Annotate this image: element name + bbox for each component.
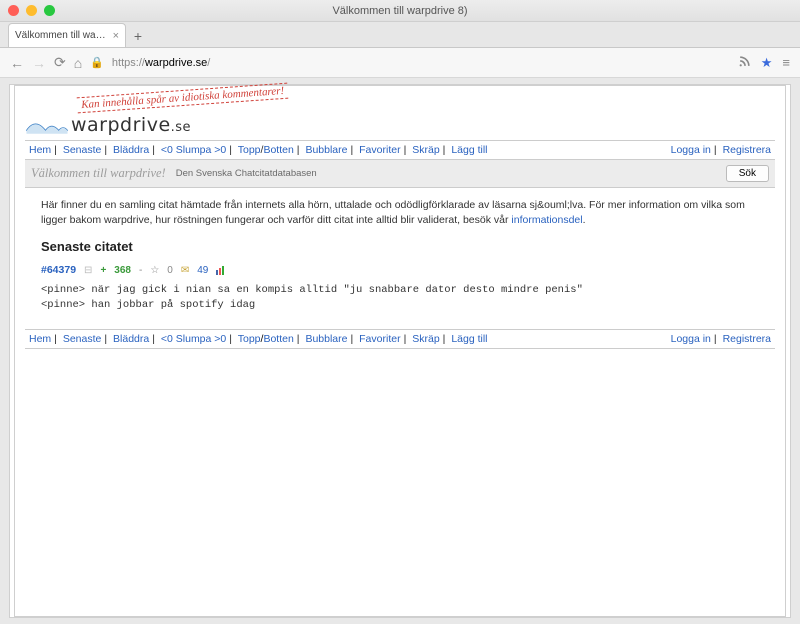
rss-icon[interactable] <box>738 55 751 71</box>
page-inner: Kan innehålla spår av idiotiska kommenta… <box>14 85 786 617</box>
site-logo[interactable]: warpdrive.se <box>25 114 775 136</box>
bnav-botten[interactable]: Botten <box>263 333 293 345</box>
favorite-count: 0 <box>167 264 173 279</box>
bnav-register[interactable]: Registrera <box>723 333 771 345</box>
bnav-skrap[interactable]: Skräp <box>412 333 439 345</box>
nav-bubblare[interactable]: Bubblare <box>305 144 347 156</box>
bnav-favoriter[interactable]: Favoriter <box>359 333 400 345</box>
quote-body: <pinne> när jag gick i nian sa en kompis… <box>41 283 759 313</box>
nav-botten[interactable]: Botten <box>263 144 293 156</box>
wave-icon <box>25 114 69 136</box>
comment-icon[interactable]: ✉ <box>181 264 189 279</box>
quote-id-toggle-icon[interactable]: ⊟ <box>84 264 92 279</box>
stats-icon[interactable] <box>216 266 226 275</box>
latest-heading: Senaste citatet <box>41 238 759 257</box>
top-navbar: Hem| Senaste| Bläddra| <0 Slumpa >0| Top… <box>25 140 775 160</box>
favorite-star-icon[interactable]: ☆ <box>150 264 159 279</box>
quote-header: #64379 ⊟ + 368 - ☆ 0 ✉ 49 <box>41 263 759 278</box>
nav-skrap[interactable]: Skräp <box>412 144 439 156</box>
bnav-senaste[interactable]: Senaste <box>63 333 102 345</box>
bnav-slumpa[interactable]: <0 Slumpa >0 <box>161 333 226 345</box>
bottom-nav-left: Hem| Senaste| Bläddra| <0 Slumpa >0| Top… <box>29 333 488 345</box>
url-bar[interactable]: https://warpdrive.se/ <box>112 57 730 69</box>
tab-title: Välkommen till warpdrive 8) <box>15 30 109 41</box>
browser-tab-active[interactable]: Välkommen till warpdrive 8) × <box>8 23 126 47</box>
nav-register[interactable]: Registrera <box>723 144 771 156</box>
window-title: Välkommen till warpdrive 8) <box>0 5 800 17</box>
quote-id-link[interactable]: #64379 <box>41 263 76 278</box>
vote-up-button[interactable]: + <box>100 264 106 279</box>
nav-right: Logga in| Registrera <box>671 144 771 156</box>
intro-paragraph: Här finner du en samling citat hämtade f… <box>41 198 759 228</box>
nav-lagg-till[interactable]: Lägg till <box>451 144 487 156</box>
forward-button[interactable]: → <box>32 55 46 71</box>
search-button[interactable]: Sök <box>726 165 769 182</box>
bottom-navbar: Hem| Senaste| Bläddra| <0 Slumpa >0| Top… <box>25 329 775 349</box>
page-viewport: Kan innehålla spår av idiotiska kommenta… <box>0 78 800 624</box>
bnav-bubblare[interactable]: Bubblare <box>305 333 347 345</box>
nav-hem[interactable]: Hem <box>29 144 51 156</box>
nav-slumpa[interactable]: <0 Slumpa >0 <box>161 144 226 156</box>
welcome-tag: Den Svenska Chatcitatdatabasen <box>176 168 317 179</box>
back-button[interactable]: ← <box>10 55 24 71</box>
home-button[interactable]: ⌂ <box>74 55 82 71</box>
reload-button[interactable]: ⟳ <box>54 54 66 71</box>
url-host: warpdrive.se <box>145 57 207 69</box>
menu-icon[interactable]: ≡ <box>782 55 790 70</box>
nav-login[interactable]: Logga in <box>671 144 711 156</box>
welcome-title: Välkommen till warpdrive! <box>31 166 166 181</box>
bookmark-star-icon[interactable]: ★ <box>761 55 773 71</box>
browser-toolbar: ← → ⟳ ⌂ 🔒 https://warpdrive.se/ ★ ≡ <box>0 48 800 78</box>
nav-senaste[interactable]: Senaste <box>63 144 102 156</box>
bnav-login[interactable]: Logga in <box>671 333 711 345</box>
browser-tabstrip: Välkommen till warpdrive 8) × + <box>0 22 800 48</box>
url-path: / <box>207 57 210 69</box>
comment-count[interactable]: 49 <box>197 264 208 279</box>
page-outer: Kan innehålla spår av idiotiska kommenta… <box>9 84 791 618</box>
vote-down-button[interactable]: - <box>139 264 142 279</box>
bnav-topp[interactable]: Topp <box>238 333 261 345</box>
main-content: Här finner du en samling citat hämtade f… <box>25 188 775 323</box>
nav-bladdra[interactable]: Bläddra <box>113 144 149 156</box>
url-protocol: https:// <box>112 57 145 69</box>
bnav-lagg-till[interactable]: Lägg till <box>451 333 487 345</box>
new-tab-button[interactable]: + <box>126 25 150 47</box>
welcome-bar: Välkommen till warpdrive! Den Svenska Ch… <box>25 160 775 188</box>
bottom-nav-right: Logga in| Registrera <box>671 333 771 345</box>
bnav-hem[interactable]: Hem <box>29 333 51 345</box>
nav-favoriter[interactable]: Favoriter <box>359 144 400 156</box>
logo-text: warpdrive.se <box>71 114 191 136</box>
bnav-bladdra[interactable]: Bläddra <box>113 333 149 345</box>
lock-icon: 🔒 <box>90 56 104 69</box>
tab-close-icon[interactable]: × <box>113 30 119 42</box>
window-titlebar: Välkommen till warpdrive 8) <box>0 0 800 22</box>
tagline-stamp: Kan innehålla spår av idiotiska kommenta… <box>77 83 289 114</box>
nav-left: Hem| Senaste| Bläddra| <0 Slumpa >0| Top… <box>29 144 488 156</box>
quote-score: 368 <box>114 264 131 279</box>
nav-topp[interactable]: Topp <box>238 144 261 156</box>
informationsdel-link[interactable]: informationsdel <box>511 214 582 226</box>
